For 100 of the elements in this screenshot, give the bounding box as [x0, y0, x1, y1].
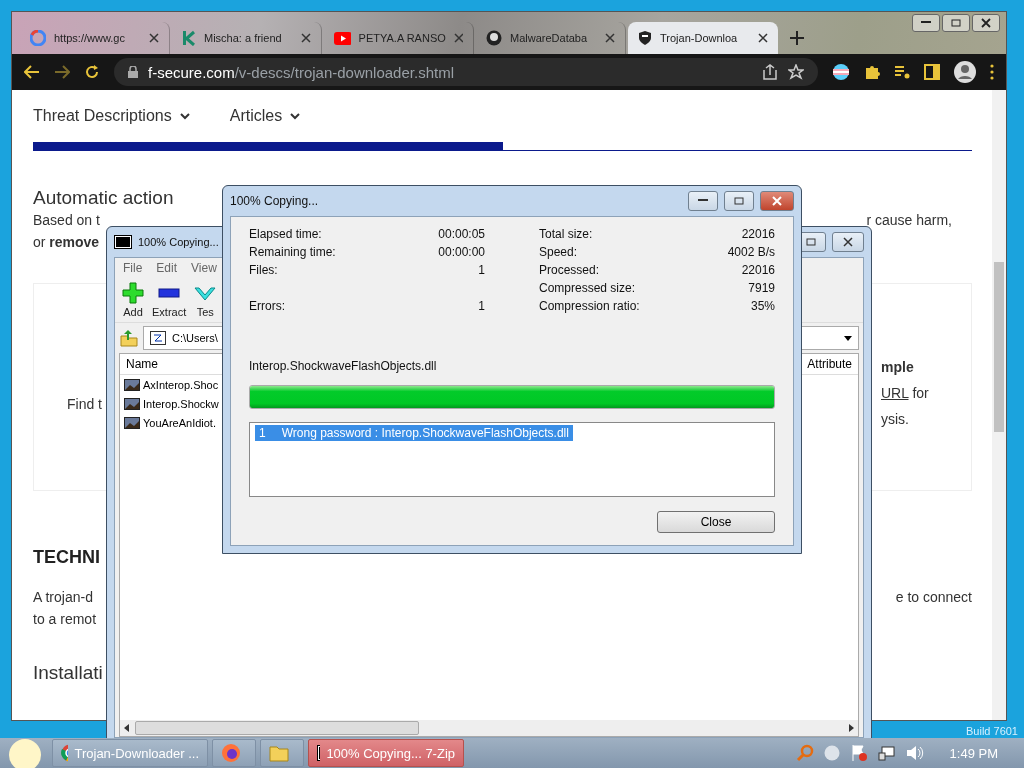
restore-icon: [951, 19, 961, 27]
media-list-icon[interactable]: [894, 65, 910, 79]
stat-label: Speed:: [539, 245, 578, 259]
striped-flag-icon[interactable]: [832, 63, 850, 81]
close-icon[interactable]: [301, 33, 311, 43]
chevron-icon: [179, 112, 190, 120]
paragraph-text: Based on t: [33, 211, 100, 230]
close-button[interactable]: Close: [657, 510, 775, 533]
new-tab-icon[interactable]: [790, 31, 804, 45]
restore-icon: [806, 238, 816, 246]
nav-menu[interactable]: Articles: [229, 107, 301, 125]
stat-value: 1: [478, 299, 485, 313]
minimize-icon: [698, 199, 708, 203]
star-icon[interactable]: [788, 64, 804, 80]
toolbar-button[interactable]: Tes: [191, 282, 220, 318]
stat-label: Errors:: [249, 299, 285, 313]
section-heading: TECHNI: [33, 547, 100, 568]
menu-item[interactable]: File: [123, 261, 143, 275]
forward-icon[interactable]: [54, 65, 70, 79]
stat-label: Files:: [249, 263, 278, 277]
paragraph-text: r cause harm,: [866, 211, 952, 230]
clock: 1:49 PM: [949, 745, 998, 761]
dialog-title: 100% Copying...: [230, 194, 320, 208]
menu-item[interactable]: Edit: [156, 261, 178, 275]
stat-label: Total size:: [539, 227, 593, 241]
shield-icon: [638, 30, 652, 46]
taskbar-button[interactable]: [212, 739, 256, 767]
image-file-icon: [124, 415, 140, 430]
paragraph-text: to a remot: [33, 610, 97, 629]
nav-menu[interactable]: Threat Descriptions: [33, 107, 190, 125]
toolbar-button[interactable]: Add: [119, 282, 147, 318]
plus-icon: [122, 282, 144, 304]
check-icon: [194, 284, 217, 302]
close-icon: [843, 237, 853, 247]
file-name[interactable]: Interop.Shockw: [143, 397, 219, 410]
restore-button[interactable]: [942, 14, 970, 32]
left-arrow-icon[interactable]: [124, 724, 129, 732]
chevron-icon: [290, 112, 301, 120]
lock-icon: [128, 66, 138, 78]
menu-item[interactable]: View: [191, 261, 217, 275]
close-button[interactable]: [760, 191, 794, 211]
scroll-thumb[interactable]: [135, 721, 419, 735]
paragraph-text: or remove: [33, 233, 100, 252]
card-text: Find t: [67, 396, 102, 414]
share-icon[interactable]: [762, 64, 778, 80]
chrome-icon: [61, 744, 69, 762]
right-arrow-icon[interactable]: [849, 724, 854, 732]
minimize-button[interactable]: [912, 14, 940, 32]
stat-value: 00:00:00: [438, 245, 485, 259]
circle-logo-icon: [30, 30, 46, 46]
puzzle-icon[interactable]: [864, 64, 880, 80]
stat-label: Compressed size:: [539, 281, 636, 295]
column-header[interactable]: Name: [126, 357, 158, 371]
stat-value: 4002 B/s: [727, 245, 775, 259]
close-icon[interactable]: [605, 33, 615, 43]
stat-value: 1: [478, 263, 485, 277]
play-logo-icon: [334, 31, 351, 45]
speaker-icon[interactable]: [905, 745, 924, 761]
close-button[interactable]: [832, 232, 864, 252]
column-header[interactable]: Attribute: [807, 357, 852, 371]
image-file-icon: [124, 396, 140, 411]
close-button[interactable]: [972, 14, 1000, 32]
build-label: Build 7601: [966, 725, 1018, 737]
reload-icon[interactable]: [84, 64, 100, 80]
paragraph-text: e to connect: [895, 588, 972, 607]
address-bar[interactable]: f-secure.com/v-descs/trojan-downloader.shtml: [114, 58, 818, 86]
dropdown-icon[interactable]: [844, 335, 852, 341]
file-name[interactable]: AxInterop.Shoc: [143, 378, 219, 391]
card-heading: mple: [881, 358, 915, 377]
section-heading: Automatic action: [33, 187, 174, 209]
maximize-button[interactable]: [724, 191, 754, 211]
network-icon[interactable]: [877, 745, 896, 761]
fox-globe-icon[interactable]: [221, 743, 241, 763]
close-icon[interactable]: [149, 33, 159, 43]
avatar-icon[interactable]: [954, 61, 976, 83]
horizontal-scrollbar[interactable]: [120, 720, 858, 736]
close-icon[interactable]: [758, 33, 768, 43]
toolbar-button[interactable]: Extract: [149, 282, 190, 318]
file-name[interactable]: YouAreAnIdiot.: [143, 416, 216, 429]
close-icon: [981, 18, 991, 28]
stat-value: 00:00:05: [438, 227, 485, 241]
menu-icon[interactable]: [990, 64, 994, 80]
folder-up-icon[interactable]: [119, 328, 139, 348]
window-title: 100% Copying...: [138, 236, 220, 248]
side-panel-icon[interactable]: [924, 64, 940, 80]
card-text: ysis.: [881, 410, 910, 429]
minimize-button[interactable]: [688, 191, 718, 211]
stat-label: Elapsed time:: [249, 227, 322, 241]
stat-label: Remaining time:: [249, 245, 336, 259]
image-file-icon: [124, 377, 140, 392]
stat-value: 35%: [750, 299, 775, 313]
close-icon: [772, 196, 782, 206]
flag-icon[interactable]: [849, 744, 868, 762]
browser-tab[interactable]: Trojan-Downloa: [628, 22, 778, 54]
restore-icon: [734, 197, 744, 205]
start-orb-icon[interactable]: [8, 738, 42, 768]
back-icon[interactable]: [24, 65, 40, 79]
link[interactable]: URL: [881, 385, 909, 401]
stat-value: 22016: [741, 227, 775, 241]
stat-label: Compression ratio:: [539, 299, 640, 313]
